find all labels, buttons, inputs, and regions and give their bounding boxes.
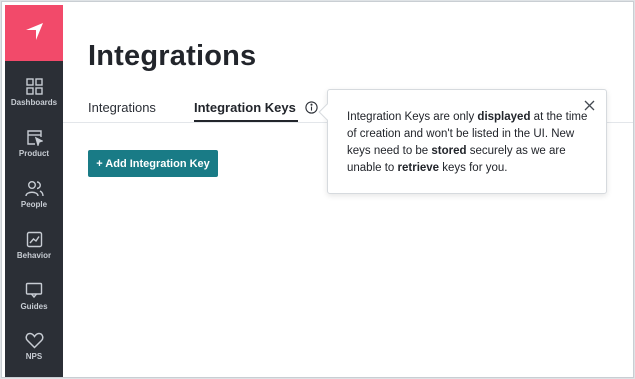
- message-icon: [25, 282, 43, 299]
- tooltip-message: Integration Keys are only displayed at t…: [347, 109, 597, 177]
- sidebar-item-product[interactable]: Product: [5, 129, 63, 177]
- sidebar-item-people[interactable]: People: [5, 180, 63, 228]
- tab-integrations[interactable]: Integrations: [88, 100, 156, 115]
- sidebar-item-label: Product: [18, 149, 50, 158]
- sidebar: Dashboards Product People Behavior Guide…: [5, 5, 63, 377]
- app-window: Dashboards Product People Behavior Guide…: [1, 1, 634, 378]
- tooltip-text-segment: Integration Keys are only: [347, 111, 478, 123]
- sidebar-item-dashboards[interactable]: Dashboards: [5, 78, 63, 126]
- sidebar-item-label: Behavior: [16, 251, 52, 260]
- page-title: Integrations: [88, 40, 257, 72]
- tooltip-emphasis: displayed: [477, 111, 531, 123]
- info-tooltip: Integration Keys are only displayed at t…: [318, 89, 607, 194]
- brand-logo: [26, 23, 43, 40]
- people-icon: [24, 181, 44, 197]
- logo-tile[interactable]: [5, 5, 63, 61]
- tab-integration-keys[interactable]: Integration Keys: [194, 100, 296, 115]
- sidebar-item-behavior[interactable]: Behavior: [5, 231, 63, 279]
- sidebar-item-guides[interactable]: Guides: [5, 282, 63, 330]
- info-icon[interactable]: [305, 101, 318, 114]
- sidebar-item-label: People: [20, 200, 48, 209]
- tooltip-emphasis: stored: [431, 145, 467, 157]
- tooltip-arrow: [318, 103, 336, 121]
- grid-icon: [25, 78, 43, 95]
- add-integration-key-button[interactable]: + Add Integration Key: [88, 150, 218, 177]
- tooltip-text-segment: keys for you.: [439, 162, 508, 174]
- sidebar-item-label: Dashboards: [10, 98, 58, 107]
- tooltip-emphasis: retrieve: [397, 162, 440, 174]
- sidebar-item-label: Guides: [20, 302, 48, 311]
- heart-icon: [25, 332, 43, 349]
- chart-icon: [26, 231, 42, 248]
- sidebar-item-nps[interactable]: NPS: [5, 332, 63, 377]
- sidebar-item-label: NPS: [25, 352, 43, 361]
- cursor-window-icon: [26, 130, 43, 146]
